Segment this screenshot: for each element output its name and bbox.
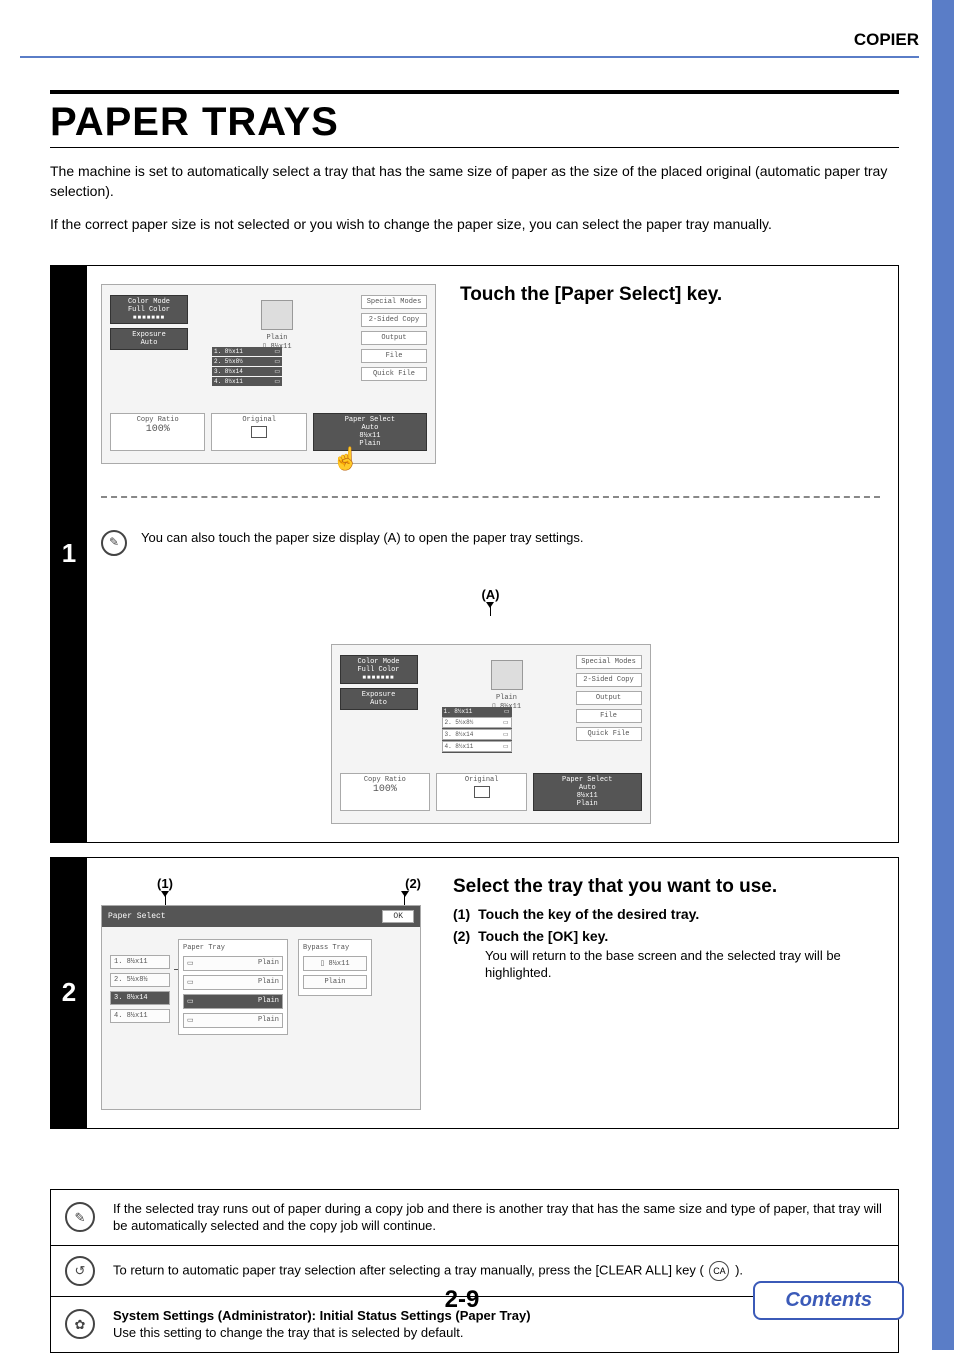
quick-file-button[interactable]: Quick File xyxy=(361,367,427,381)
tray-size-3[interactable]: 3. 8½x14 xyxy=(110,991,170,1005)
special-modes-button[interactable]: Special Modes xyxy=(361,295,427,309)
paper-select-value3: Plain xyxy=(314,440,426,448)
return-arrow-icon: ↺ xyxy=(65,1256,95,1286)
special-modes-button-2[interactable]: Special Modes xyxy=(576,655,642,669)
output-button[interactable]: Output xyxy=(361,331,427,345)
step-1-number: 1 xyxy=(51,266,87,842)
copy-ratio-value: 100% xyxy=(111,424,204,435)
printer-icon-2 xyxy=(491,660,523,690)
paper-select-button-1[interactable]: Paper Select Auto 8½x11 Plain xyxy=(313,413,427,451)
step2-annotation-row: (1) (2) xyxy=(101,876,433,905)
step2-sub2-text: Touch the [OK] key. xyxy=(478,928,608,944)
paper-select-button-2[interactable]: Paper Select Auto 8½x11 Plain xyxy=(533,773,642,811)
step-2-number: 2 xyxy=(51,858,87,1128)
screen-tray-list-2: 1. 8½x11▭ 2. 5½x8½▭ 3. 8½x14▭ 4. 8½x11▭ xyxy=(442,707,512,753)
file-button-2[interactable]: File xyxy=(576,709,642,723)
ok-button[interactable]: OK xyxy=(382,910,414,923)
paper-tray-heading: Paper Tray xyxy=(183,944,283,952)
annot-1-arrow xyxy=(165,891,166,905)
step1-dashed-separator xyxy=(101,496,880,498)
file-button[interactable]: File xyxy=(361,349,427,363)
copy-ratio-button-1[interactable]: Copy Ratio 100% xyxy=(110,413,205,451)
center-paper-type: Plain xyxy=(222,334,332,342)
tray-type-1[interactable]: ▭Plain xyxy=(183,956,283,971)
step1-screen-top: Color Mode Full Color ■■■■■■■ Exposure A… xyxy=(101,284,436,464)
screen-center-info: Plain ▯ 8½x11 xyxy=(222,300,332,351)
step1-screen-bottom: Color Mode Full Color ■■■■■■■ Exposure A… xyxy=(331,644,651,824)
touch-finger-icon: ☝ xyxy=(332,447,359,473)
pencil-icon: ✎ xyxy=(65,1202,95,1232)
callout-a-arrow xyxy=(490,602,491,616)
header-section: COPIER xyxy=(20,30,919,58)
tray-type-2[interactable]: ▭Plain xyxy=(183,975,283,990)
annot-2-label: (2) xyxy=(405,876,421,891)
step-1-box: 1 Color Mode Full Color ■■■■■■■ Exposure… xyxy=(50,265,899,843)
color-mode-value: Full Color xyxy=(111,306,187,314)
tray-size-2[interactable]: 2. 5½x8½ xyxy=(110,973,170,987)
info-note-2: To return to automatic paper tray select… xyxy=(113,1261,743,1281)
intro-paragraph-1: The machine is set to automatically sele… xyxy=(50,162,899,201)
pencil-note-icon: ✎ xyxy=(101,530,127,556)
exposure-button-1[interactable]: Exposure Auto xyxy=(110,328,188,350)
two-sided-copy-button-2[interactable]: 2-Sided Copy xyxy=(576,673,642,687)
printer-icon xyxy=(261,300,293,330)
step2-title: Select the tray that you want to use. xyxy=(453,876,880,898)
bypass-tray-heading: Bypass Tray xyxy=(303,944,367,952)
exposure-label: Exposure xyxy=(111,331,187,339)
info-note-1: If the selected tray runs out of paper d… xyxy=(113,1200,884,1235)
info-note-3-body: Use this setting to change the tray that… xyxy=(113,1325,463,1340)
right-accent-stripe xyxy=(932,0,954,1350)
info-block: ✎ If the selected tray runs out of paper… xyxy=(50,1189,899,1353)
clear-all-icon: CA xyxy=(709,1261,729,1281)
original-label: Original xyxy=(212,416,305,424)
contents-button[interactable]: Contents xyxy=(753,1281,904,1320)
exposure-button-2[interactable]: Exposure Auto xyxy=(340,688,418,710)
original-button-1[interactable]: Original xyxy=(211,413,306,451)
step-2-box: 2 (1) (2) Paper Select OK xyxy=(50,857,899,1129)
original-icon-2 xyxy=(474,786,490,798)
tray-type-4[interactable]: ▭Plain xyxy=(183,1013,283,1028)
copy-ratio-label: Copy Ratio xyxy=(111,416,204,424)
bypass-type[interactable]: Plain xyxy=(303,975,367,989)
step1-title: Touch the [Paper Select] key. xyxy=(460,284,880,306)
ps-title: Paper Select xyxy=(108,912,166,921)
quick-file-button-2[interactable]: Quick File xyxy=(576,727,642,741)
title-rule-top xyxy=(50,90,899,94)
original-icon xyxy=(251,426,267,438)
step2-screen: Paper Select OK 1. 8½x11 2. 5½x8½ 3. 8½x… xyxy=(101,905,421,1110)
annot-2-arrow xyxy=(404,891,405,905)
step2-sub1-text: Touch the key of the desired tray. xyxy=(478,906,699,922)
annot-1-label: (1) xyxy=(157,876,173,891)
copy-ratio-button-2[interactable]: Copy Ratio 100% xyxy=(340,773,431,811)
bypass-size[interactable]: ▯ 8½x11 xyxy=(303,956,367,971)
two-sided-copy-button[interactable]: 2-Sided Copy xyxy=(361,313,427,327)
callout-a-label: (A) xyxy=(481,587,499,602)
paper-select-value2: 8½x11 xyxy=(314,432,426,440)
paper-select-label: Paper Select xyxy=(314,416,426,424)
original-button-2[interactable]: Original xyxy=(436,773,527,811)
color-mode-button-2[interactable]: Color Mode Full Color ■■■■■■■ xyxy=(340,655,418,684)
paper-select-value1: Auto xyxy=(314,424,426,432)
output-button-2[interactable]: Output xyxy=(576,691,642,705)
screen-center-info-2: Plain ▯ 8½x11 xyxy=(452,660,562,711)
step2-sub2-detail: You will return to the base screen and t… xyxy=(485,948,880,982)
tray-type-3[interactable]: ▭Plain xyxy=(183,994,283,1009)
tray-size-1[interactable]: 1. 8½x11 xyxy=(110,955,170,969)
color-mode-button[interactable]: Color Mode Full Color ■■■■■■■ xyxy=(110,295,188,324)
screen-tray-list-1: 1. 8½x11▭ 2. 5½x8½▭ 3. 8½x14▭ 4. 8½x11▭ xyxy=(212,347,282,387)
step2-sub1-num: (1) xyxy=(453,906,470,922)
step2-sub2-num: (2) xyxy=(453,928,470,944)
tray-size-4[interactable]: 4. 8½x11 xyxy=(110,1009,170,1023)
title-rule-bottom xyxy=(50,147,899,148)
page-title: PAPER TRAYS xyxy=(50,100,899,145)
exposure-value: Auto xyxy=(111,339,187,347)
color-mode-label: Color Mode xyxy=(111,298,187,306)
step1-note-text: You can also touch the paper size displa… xyxy=(141,530,584,547)
intro-paragraph-2: If the correct paper size is not selecte… xyxy=(50,215,899,235)
